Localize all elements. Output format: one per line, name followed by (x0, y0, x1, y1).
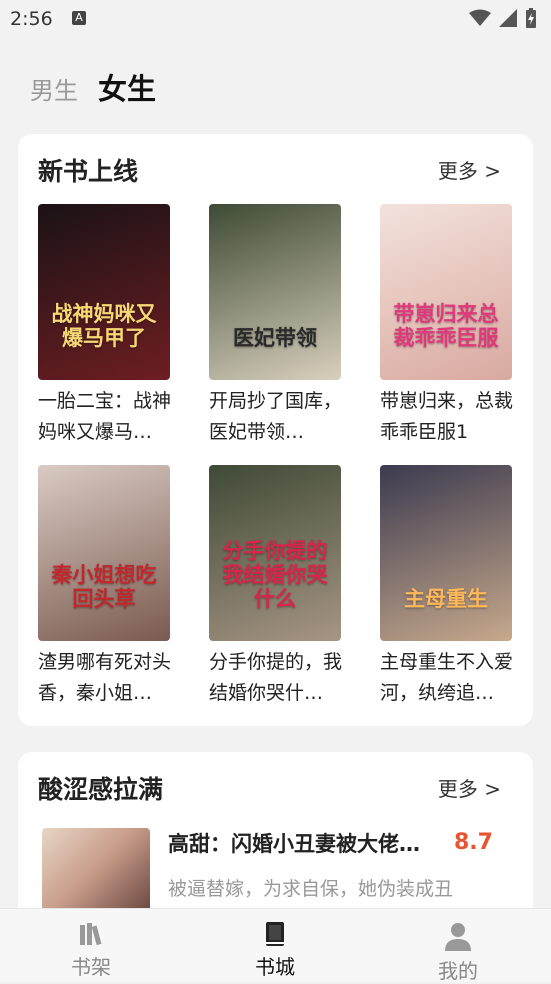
bookshelf-icon (80, 923, 102, 946)
wifi-icon (469, 9, 491, 26)
book-description: 被逼替嫁，为求自保，她伪装成丑 (168, 878, 454, 900)
cover-text: 秦小姐想吃回头草 (51, 563, 157, 611)
book-title[interactable]: 分手你提的，我结婚你哭什… (209, 647, 351, 709)
tab-male[interactable]: 男生 (30, 71, 78, 106)
book-cover[interactable]: 带崽归来总裁乖乖臣服 (380, 204, 512, 380)
book-title[interactable]: 开局抄了国库，医妃带领… (209, 386, 351, 448)
book-title[interactable]: 一胎二宝：战神妈咪又爆马… (38, 386, 180, 448)
book-item[interactable]: 医妃带领 开局抄了国库，医妃带领… (209, 204, 349, 448)
book-item[interactable]: 战神妈咪又爆马甲了 一胎二宝：战神妈咪又爆马… (38, 204, 178, 448)
nav-label: 我的 (438, 959, 478, 983)
cover-text: 医妃带领 (233, 326, 317, 350)
section-title: 酸涩感拉满 (38, 775, 164, 804)
tab-female[interactable]: 女生 (98, 66, 156, 108)
book-cover[interactable]: 秦小姐想吃回头草 (38, 465, 170, 641)
notification-a-icon: A (72, 11, 86, 25)
book-score: 8.7 (454, 830, 493, 855)
status-time: 2:56 (10, 8, 53, 30)
book-title[interactable]: 主母重生不入爱河，纨绔追… (380, 647, 522, 709)
book-cover[interactable]: 战神妈咪又爆马甲了 (38, 204, 170, 380)
book-cover[interactable]: 分手你提的我结婚你哭什么 (209, 465, 341, 641)
sour-romance-section: 酸涩感拉满 更多 > 高甜：闪婚小丑妻被大佬… 8.7 被逼替嫁，为求自保，她伪… (18, 752, 533, 922)
person-icon (445, 923, 471, 951)
battery-icon (526, 8, 536, 28)
more-button[interactable]: 更多 > (438, 155, 501, 184)
gender-tabs: 男生 女生 (30, 66, 156, 108)
book-icon (266, 922, 284, 946)
bottom-navigation: 书架 书城 我的 (0, 908, 551, 984)
signal-icon (499, 9, 517, 27)
book-cover[interactable]: 主母重生 (380, 465, 512, 641)
nav-bookstore[interactable]: 书城 (215, 909, 335, 980)
book-title[interactable]: 渣男哪有死对头香，秦小姐… (38, 647, 180, 709)
status-bar: 2:56 A (0, 0, 551, 38)
book-item[interactable]: 带崽归来总裁乖乖臣服 带崽归来，总裁乖乖臣服1 (380, 204, 520, 448)
cover-text: 主母重生 (404, 587, 488, 611)
book-title[interactable]: 高甜：闪婚小丑妻被大佬… (168, 828, 448, 858)
nav-label: 书城 (255, 955, 295, 979)
cover-text: 带崽归来总裁乖乖臣服 (393, 302, 499, 350)
book-title[interactable]: 带崽归来，总裁乖乖臣服1 (380, 386, 522, 448)
nav-profile[interactable]: 我的 (398, 909, 518, 984)
cover-text: 战神妈咪又爆马甲了 (51, 302, 157, 350)
status-indicators (469, 8, 537, 28)
book-item[interactable]: 分手你提的我结婚你哭什么 分手你提的，我结婚你哭什… (209, 465, 349, 709)
section-title: 新书上线 (38, 157, 139, 186)
nav-label: 书架 (71, 955, 111, 979)
more-button[interactable]: 更多 > (438, 773, 501, 802)
book-item[interactable]: 秦小姐想吃回头草 渣男哪有死对头香，秦小姐… (38, 465, 178, 709)
cover-text: 分手你提的我结婚你哭什么 (222, 539, 328, 611)
new-books-section: 新书上线 更多 > 战神妈咪又爆马甲了 一胎二宝：战神妈咪又爆马… 医妃带领 开… (18, 134, 533, 726)
book-cover[interactable]: 医妃带领 (209, 204, 341, 380)
nav-bookshelf[interactable]: 书架 (31, 909, 151, 980)
book-item[interactable]: 主母重生 主母重生不入爱河，纨绔追… (380, 465, 520, 709)
